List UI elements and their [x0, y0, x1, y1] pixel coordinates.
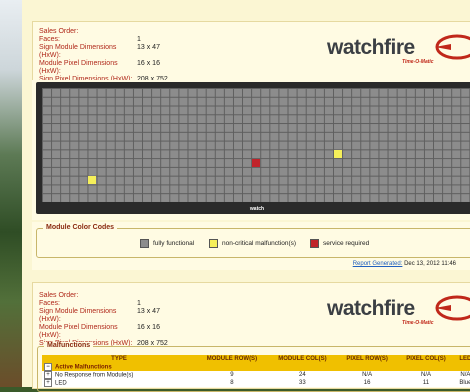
report-generated-label: Report Generated:: [352, 261, 403, 267]
report-page: Sales Order: Faces: 1 Sign Module Dimensi…: [22, 0, 470, 392]
watchfire-logo-2: watchfire: [327, 297, 415, 320]
logo-subtitle: Time-O-Matic: [402, 59, 434, 65]
malfunctions-title: Malfunctions: [44, 342, 94, 349]
info-row-pixel-dims-2: Module Pixel Dimensions (HxW): 16 x 16: [39, 324, 160, 339]
col-pixel-cols: PIXEL COL(S): [397, 355, 455, 363]
sign-brand-plate: watch: [249, 206, 265, 212]
sign-module-grid: [42, 88, 470, 202]
table-row[interactable]: + No Response from Module(s) 9 24 N/A N/A…: [42, 371, 470, 379]
sales-order-label: Sales Order:: [39, 28, 79, 35]
logo-swoosh-icon: [435, 34, 470, 60]
sign-visual: watch: [32, 80, 470, 220]
report-generated: Report Generated: Dec 13, 2012 11:46: [353, 261, 456, 267]
table-header-row: TYPE MODULE ROW(S) MODULE COL(S) PIXEL R…: [42, 355, 470, 363]
legend-item-noncritical: non-critical malfunction(s): [209, 239, 296, 248]
sign-info-list: Sales Order: Faces: 1 Sign Module Dimensi…: [39, 28, 168, 84]
table-row[interactable]: + LED 8 33 16 11 Blue: [42, 379, 470, 387]
col-pixel-rows: PIXEL ROW(S): [336, 355, 398, 363]
faulty-module-2[interactable]: [333, 149, 342, 158]
info-row-faces: Faces: 1: [39, 36, 141, 43]
sales-order-label-2: Sales Order:: [39, 292, 79, 299]
legend-title: Module Color Codes: [43, 224, 118, 231]
gray-swatch-icon: [140, 239, 149, 248]
red-swatch-icon: [310, 239, 319, 248]
info-row-pixel-dims: Module Pixel Dimensions (HxW): 16 x 16: [39, 60, 160, 75]
watchfire-logo: watchfire: [327, 36, 415, 59]
info-row-module-dims-2: Sign Module Dimensions (HxW): 13 x 47: [39, 308, 160, 323]
legend-item-functional: fully functional: [140, 239, 194, 248]
info-row-faces-2: Faces: 1: [39, 300, 141, 307]
report-generated-date: Dec 13, 2012 11:46: [404, 261, 456, 267]
col-led: LED: [454, 355, 470, 363]
malfunctions-section: Malfunctions TYPE MODULE ROW(S) MODULE C…: [37, 342, 470, 392]
col-type: TYPE: [42, 355, 196, 363]
col-module-rows: MODULE ROW(S): [196, 355, 268, 363]
legend-item-service: service required: [310, 239, 369, 248]
collapse-icon[interactable]: −: [44, 363, 52, 371]
sign-frame: watch: [36, 82, 470, 214]
expand-icon[interactable]: +: [44, 379, 52, 387]
sign-info-panel-bottom: Sales Order: Faces: 1 Sign Module Dimensi…: [32, 282, 470, 392]
faulty-module-1[interactable]: [251, 158, 260, 167]
faulty-module-3[interactable]: [88, 176, 97, 185]
yellow-swatch-icon: [209, 239, 218, 248]
logo-swoosh-icon-2: [435, 295, 470, 321]
module-color-codes: Module Color Codes fully functional non-…: [36, 224, 470, 258]
sign-info-list-2: Sales Order: Faces: 1 Sign Module Dimensi…: [39, 292, 168, 348]
malfunctions-table: TYPE MODULE ROW(S) MODULE COL(S) PIXEL R…: [42, 355, 470, 387]
active-malfunctions-row[interactable]: − Active Malfunctions: [42, 363, 470, 371]
col-module-cols: MODULE COL(S): [267, 355, 337, 363]
sign-info-panel-top: Sales Order: Faces: 1 Sign Module Dimensi…: [32, 21, 470, 84]
logo-subtitle-2: Time-O-Matic: [402, 320, 434, 326]
background-left-photo: [0, 0, 22, 387]
expand-icon[interactable]: +: [44, 371, 52, 379]
info-row-module-dims: Sign Module Dimensions (HxW): 13 x 47: [39, 44, 160, 59]
